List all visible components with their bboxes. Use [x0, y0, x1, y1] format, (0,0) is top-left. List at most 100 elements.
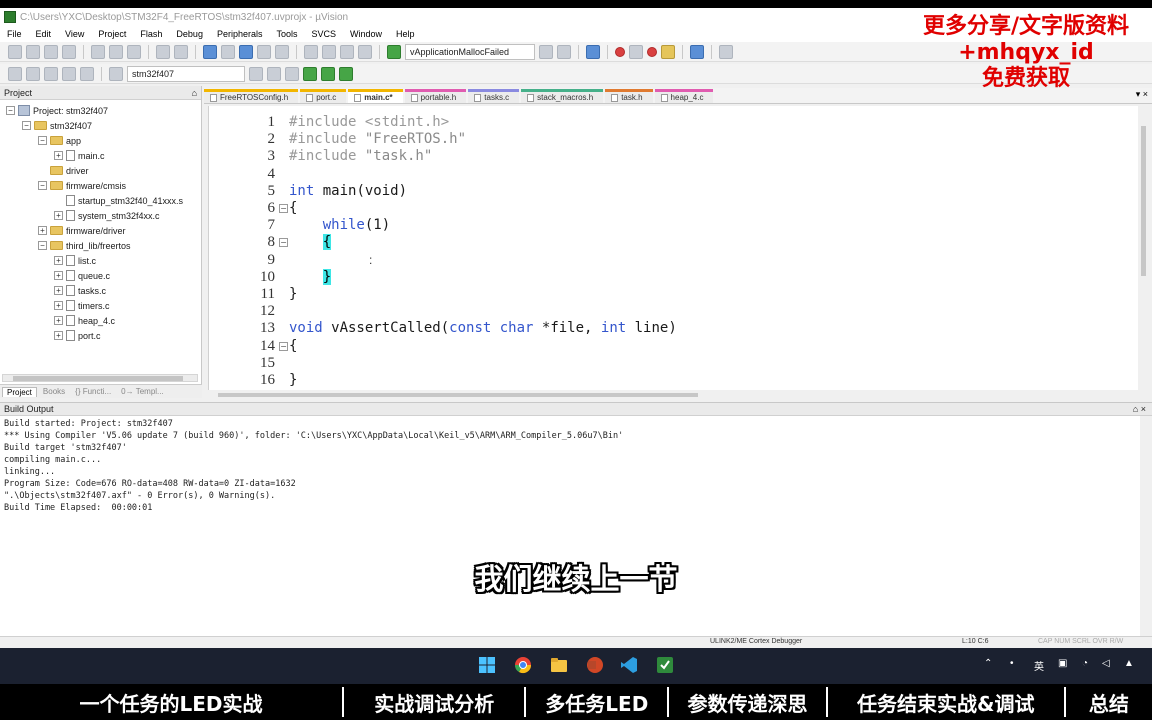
editor-tab[interactable]: task.h: [605, 89, 653, 103]
save-icon[interactable]: [44, 44, 58, 59]
chrome-icon[interactable]: [514, 656, 532, 674]
chapter-label[interactable]: 任务结束实战&调试: [828, 688, 1064, 717]
tree-node[interactable]: startup_stm32f40_41xxx.s: [54, 193, 183, 208]
tree-node[interactable]: − Project: stm32f407: [6, 103, 108, 118]
bookmark-next-icon[interactable]: [275, 44, 289, 59]
menu-view[interactable]: View: [58, 29, 91, 39]
cut-icon[interactable]: [91, 44, 105, 59]
chapter-label[interactable]: 实战调试分析: [344, 688, 524, 717]
file-extensions-icon[interactable]: [267, 66, 281, 81]
collapse-icon[interactable]: −: [22, 121, 31, 130]
panel-tab[interactable]: Books: [39, 387, 69, 396]
tree-node[interactable]: + firmware/driver: [38, 223, 126, 238]
windows-start-icon[interactable]: [478, 656, 496, 674]
bookmark-prev-icon[interactable]: [257, 44, 271, 59]
editor-tab[interactable]: stack_macros.h: [521, 89, 604, 103]
view-window-icon[interactable]: [690, 44, 704, 59]
tray-settings-icon[interactable]: ▣: [1058, 658, 1067, 669]
panel-tab[interactable]: 0→ Templ...: [117, 387, 168, 396]
tray-overflow-icon[interactable]: ⌃: [984, 658, 992, 669]
build-output-log[interactable]: Build started: Project: stm32f407 *** Usi…: [0, 416, 1140, 636]
undo-icon[interactable]: [156, 44, 170, 59]
expand-icon[interactable]: +: [54, 151, 63, 160]
tree-node[interactable]: + port.c: [54, 328, 101, 343]
file-explorer-icon[interactable]: [550, 656, 568, 674]
tray-notification-icon[interactable]: ▲: [1124, 658, 1134, 669]
fold-toggle-icon[interactable]: −: [279, 341, 288, 351]
keil-taskbar-icon[interactable]: [656, 656, 674, 674]
menu-project[interactable]: Project: [91, 29, 133, 39]
manage-rte-icon[interactable]: [285, 66, 299, 81]
build-output-controls[interactable]: ⌂ ×: [1133, 404, 1146, 414]
chapter-label[interactable]: 参数传递深思: [669, 688, 826, 717]
menu-flash[interactable]: Flash: [133, 29, 169, 39]
editor-tab[interactable]: main.c*: [348, 89, 403, 103]
chapter-label[interactable]: 一个任务的LED实战: [0, 688, 342, 717]
window-layout-icon[interactable]: [661, 44, 675, 59]
save-all-icon[interactable]: [62, 44, 76, 59]
function-combo[interactable]: vApplicationMallocFailed: [405, 43, 535, 60]
build-output-vscrollbar[interactable]: [1140, 416, 1152, 636]
new-file-icon[interactable]: [8, 44, 22, 59]
tree-node[interactable]: − third_lib/freertos: [38, 238, 131, 253]
find-icon[interactable]: [539, 44, 553, 59]
tree-node[interactable]: + system_stm32f4xx.c: [54, 208, 160, 223]
target-combo[interactable]: stm32f407: [127, 65, 245, 82]
comment-icon[interactable]: [340, 44, 354, 59]
tray-mic-icon[interactable]: •: [1010, 658, 1014, 669]
expand-icon[interactable]: +: [54, 316, 63, 325]
fold-toggle-icon[interactable]: −: [279, 238, 288, 248]
collapse-icon[interactable]: −: [6, 106, 15, 115]
translate-icon[interactable]: [8, 66, 22, 81]
chapter-label[interactable]: 多任务LED: [526, 688, 667, 717]
powerpoint-icon[interactable]: [586, 656, 604, 674]
configure-icon[interactable]: [719, 44, 733, 59]
tree-node[interactable]: − firmware/cmsis: [38, 178, 126, 193]
rebuild-icon[interactable]: [44, 66, 58, 81]
collapse-icon[interactable]: −: [38, 136, 47, 145]
open-file-icon[interactable]: [26, 44, 40, 59]
collapse-icon[interactable]: −: [38, 181, 47, 190]
rte-icon[interactable]: [339, 66, 353, 81]
expand-icon[interactable]: +: [54, 286, 63, 295]
tree-node[interactable]: − stm32f407: [22, 118, 92, 133]
select-packs-icon[interactable]: [321, 66, 335, 81]
indent-icon[interactable]: [304, 44, 318, 59]
tray-wifi-icon[interactable]: ◔: [1082, 658, 1088, 669]
expand-icon[interactable]: +: [54, 256, 63, 265]
tray-ime-indicator[interactable]: 英: [1034, 658, 1044, 673]
disable-breakpoint-icon[interactable]: [629, 44, 643, 59]
menu-debug[interactable]: Debug: [169, 29, 210, 39]
copy-icon[interactable]: [109, 44, 123, 59]
menu-edit[interactable]: Edit: [29, 29, 59, 39]
fold-toggle-icon[interactable]: −: [279, 204, 288, 213]
debug-start-icon[interactable]: [586, 44, 600, 59]
editor-vscrollbar[interactable]: [1138, 106, 1150, 390]
nav-back-icon[interactable]: [203, 44, 217, 59]
tree-node[interactable]: + queue.c: [54, 268, 110, 283]
menu-file[interactable]: File: [0, 29, 29, 39]
incremental-find-icon[interactable]: [557, 44, 571, 59]
download-icon[interactable]: [109, 66, 123, 81]
panel-tab[interactable]: {} Functi...: [71, 387, 115, 396]
expand-icon[interactable]: +: [54, 211, 63, 220]
menu-peripherals[interactable]: Peripherals: [210, 29, 270, 39]
menu-svcs[interactable]: SVCS: [305, 29, 344, 39]
panel-pin-icon[interactable]: ⌂: [192, 88, 197, 98]
menu-tools[interactable]: Tools: [269, 29, 304, 39]
tree-node[interactable]: + timers.c: [54, 298, 110, 313]
expand-icon[interactable]: +: [54, 331, 63, 340]
editor-tab[interactable]: port.c: [300, 89, 347, 103]
paste-icon[interactable]: [127, 44, 141, 59]
menu-window[interactable]: Window: [343, 29, 389, 39]
expand-icon[interactable]: +: [38, 226, 47, 235]
batch-build-icon[interactable]: [62, 66, 76, 81]
tray-volume-icon[interactable]: ◁: [1102, 658, 1110, 669]
unindent-icon[interactable]: [322, 44, 336, 59]
vscode-icon[interactable]: [620, 656, 638, 674]
stop-build-icon[interactable]: [80, 66, 94, 81]
editor-tab[interactable]: FreeRTOSConfig.h: [204, 89, 299, 103]
editor-tab[interactable]: heap_4.c: [654, 89, 714, 103]
expand-icon[interactable]: +: [54, 301, 63, 310]
menu-help[interactable]: Help: [389, 29, 422, 39]
